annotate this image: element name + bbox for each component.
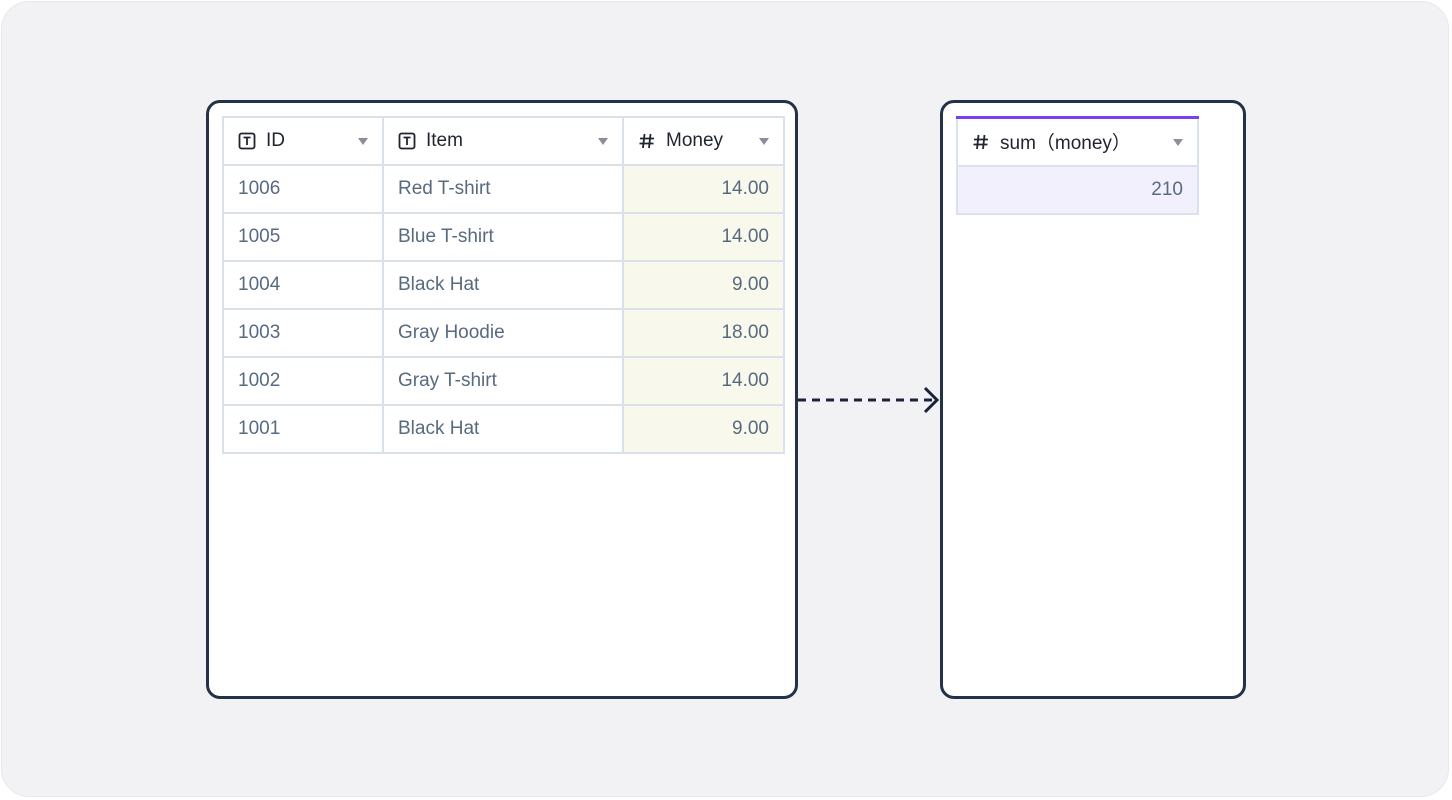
item-cell[interactable]: Gray T-shirt (382, 356, 624, 406)
money-cell[interactable]: 14.00 (622, 356, 785, 406)
column-label: Item (426, 130, 463, 151)
column-header-money[interactable]: Money (622, 116, 785, 166)
result-table: sum（money） 210 (956, 116, 1199, 215)
money-cell[interactable]: 9.00 (622, 260, 785, 310)
dropdown-caret-icon[interactable] (358, 138, 368, 145)
item-cell[interactable]: Red T-shirt (382, 164, 624, 214)
header-row: sum（money） (956, 116, 1199, 167)
id-cell[interactable]: 1001 (222, 404, 384, 454)
table-row: 210 (956, 164, 1199, 215)
column-label: sum（money） (1000, 133, 1131, 155)
dropdown-caret-icon[interactable] (759, 138, 769, 145)
dashed-arrow-icon (798, 386, 940, 414)
money-cell[interactable]: 14.00 (622, 164, 785, 214)
table-row: 1004 Black Hat 9.00 (222, 260, 785, 310)
id-cell[interactable]: 1004 (222, 260, 384, 310)
column-header-sum-money[interactable]: sum（money） (956, 116, 1199, 167)
table-row: 1002 Gray T-shirt 14.00 (222, 356, 785, 406)
dropdown-caret-icon[interactable] (598, 138, 608, 145)
money-cell[interactable]: 9.00 (622, 404, 785, 454)
text-field-icon (398, 132, 416, 150)
dropdown-caret-icon[interactable] (1173, 138, 1183, 146)
id-cell[interactable]: 1002 (222, 356, 384, 406)
result-table-panel: sum（money） 210 (940, 100, 1246, 699)
number-field-icon (973, 134, 988, 149)
column-header-id[interactable]: ID (222, 116, 384, 166)
column-label: Money (666, 130, 724, 151)
money-cell[interactable]: 18.00 (622, 308, 785, 358)
item-cell[interactable]: Black Hat (382, 404, 624, 454)
id-cell[interactable]: 1003 (222, 308, 384, 358)
item-cell[interactable]: Blue T-shirt (382, 212, 624, 262)
table-row: 1006 Red T-shirt 14.00 (222, 164, 785, 214)
number-field-icon (639, 133, 654, 149)
source-table-panel: ID Item Money 1006 Red T-shirt 14.00 100… (206, 100, 798, 699)
table-row: 1003 Gray Hoodie 18.00 (222, 308, 785, 358)
item-cell[interactable]: Black Hat (382, 260, 624, 310)
header-row: ID Item Money (222, 116, 785, 166)
item-cell[interactable]: Gray Hoodie (382, 308, 624, 358)
column-header-item[interactable]: Item (382, 116, 624, 166)
text-field-icon (238, 132, 256, 150)
column-label: ID (266, 130, 285, 151)
money-cell[interactable]: 14.00 (622, 212, 785, 262)
id-cell[interactable]: 1006 (222, 164, 384, 214)
table-row: 1001 Black Hat 9.00 (222, 404, 785, 454)
table-row: 1005 Blue T-shirt 14.00 (222, 212, 785, 262)
sum-value-cell[interactable]: 210 (956, 164, 1199, 215)
source-table: ID Item Money 1006 Red T-shirt 14.00 100… (222, 116, 785, 454)
id-cell[interactable]: 1005 (222, 212, 384, 262)
